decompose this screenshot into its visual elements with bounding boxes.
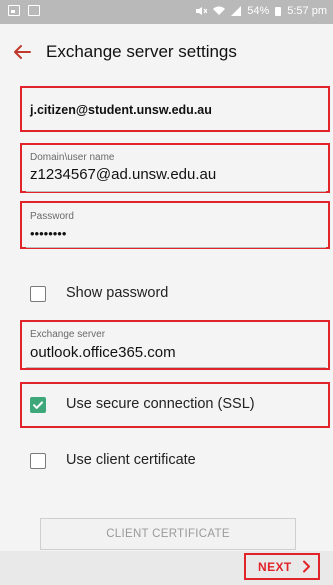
status-bar: 54% 5:57 pm bbox=[0, 0, 333, 24]
clock: 5:57 pm bbox=[287, 5, 327, 17]
wifi-icon bbox=[213, 6, 226, 15]
page-title: Exchange server settings bbox=[46, 42, 237, 61]
client-certificate-checkbox[interactable] bbox=[30, 453, 46, 469]
exchange-server-input[interactable] bbox=[30, 344, 320, 361]
show-password-label[interactable]: Show password bbox=[66, 285, 168, 301]
app-notification-icon bbox=[28, 5, 40, 16]
domain-username-label: Domain\user name bbox=[30, 152, 115, 163]
status-bar-system: 54% 5:57 pm bbox=[195, 5, 327, 17]
password-label: Password bbox=[30, 211, 74, 222]
status-bar-notifications bbox=[8, 5, 40, 16]
exchange-server-underline bbox=[26, 367, 326, 368]
battery-icon bbox=[275, 6, 282, 16]
signal-icon bbox=[231, 6, 242, 16]
client-certificate-button[interactable]: CLIENT CERTIFICATE bbox=[40, 518, 296, 550]
mute-icon bbox=[196, 7, 208, 15]
arrow-left-icon[interactable] bbox=[8, 38, 36, 66]
domain-username-underline bbox=[26, 191, 326, 192]
chevron-right-icon bbox=[303, 560, 310, 573]
account-email: j.citizen@student.unsw.edu.au bbox=[30, 103, 212, 117]
app-bar: Exchange server settings bbox=[0, 24, 333, 80]
domain-username-input[interactable] bbox=[30, 166, 320, 183]
ssl-label[interactable]: Use secure connection (SSL) bbox=[66, 396, 255, 412]
checkmark-icon bbox=[33, 401, 43, 409]
exchange-server-label: Exchange server bbox=[30, 329, 106, 340]
next-label: NEXT bbox=[258, 560, 292, 574]
show-password-checkbox[interactable] bbox=[30, 286, 46, 302]
battery-percent: 54% bbox=[247, 5, 270, 17]
password-highlight-box bbox=[20, 201, 330, 249]
ssl-checkbox[interactable] bbox=[30, 397, 46, 413]
gallery-notification-icon bbox=[8, 5, 20, 16]
password-input[interactable] bbox=[30, 226, 320, 241]
client-certificate-label[interactable]: Use client certificate bbox=[66, 452, 196, 468]
next-button[interactable]: NEXT bbox=[244, 553, 320, 580]
password-underline bbox=[26, 247, 326, 248]
